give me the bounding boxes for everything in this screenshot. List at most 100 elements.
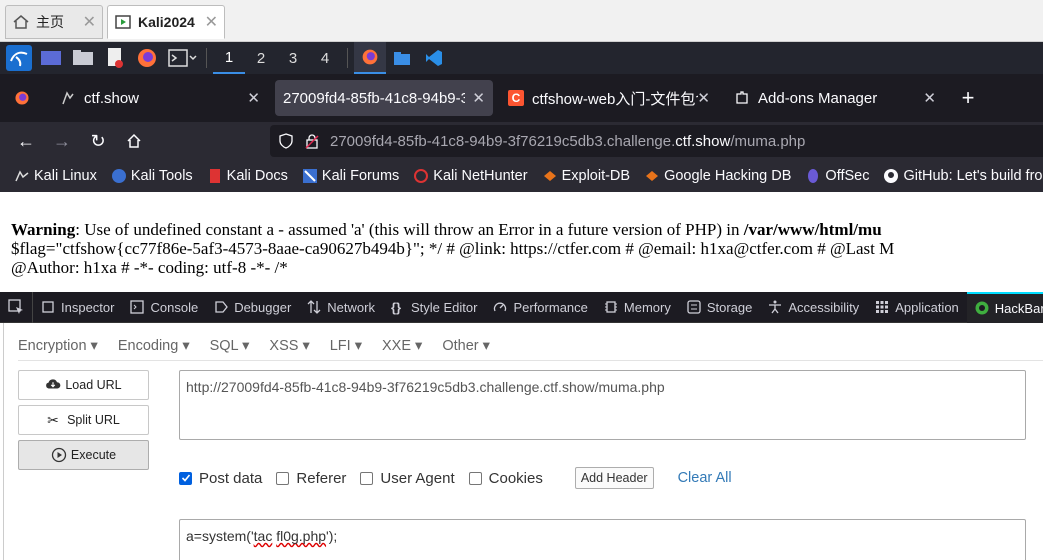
bookmark-exploit-db[interactable]: Exploit-DB bbox=[542, 168, 630, 184]
devtools-tab-label: Console bbox=[150, 299, 199, 315]
post-data-textarea[interactable]: a=system('tac fl0g.php'); bbox=[179, 519, 1026, 560]
tab-accessibility[interactable]: Accessibility bbox=[760, 292, 867, 323]
cookies-option[interactable]: Cookies bbox=[468, 469, 543, 487]
hackbar-menu: Encryption ▾ Encoding ▾ SQL ▾ XSS ▾ LFI … bbox=[18, 331, 1043, 361]
tab-console[interactable]: Console bbox=[122, 292, 206, 323]
devtools-tab-label: Memory bbox=[623, 299, 671, 315]
firefox-window-icon[interactable] bbox=[354, 42, 386, 74]
user-agent-option[interactable]: User Agent bbox=[360, 470, 455, 487]
url-bar[interactable]: 27009fd4-85fb-41c8-94b9-3f76219c5db3.cha… bbox=[270, 125, 1043, 157]
tab-label: 27009fd4-85fb-41c8-94b9-3f76219c5db3 bbox=[283, 89, 465, 107]
kali-menu-icon[interactable] bbox=[6, 45, 32, 71]
referer-option[interactable]: Referer bbox=[276, 470, 346, 487]
tab-network[interactable]: Network bbox=[299, 292, 383, 323]
home-icon[interactable] bbox=[116, 123, 152, 159]
workspace-3[interactable]: 3 bbox=[277, 42, 309, 74]
close-icon[interactable]: ✕ bbox=[83, 12, 96, 32]
tab-debugger[interactable]: Debugger bbox=[206, 292, 299, 323]
bookmarks-toolbar: Kali Linux Kali Tools Kali Docs Kali For… bbox=[0, 160, 1043, 192]
menu-lfi[interactable]: LFI ▾ bbox=[330, 338, 362, 354]
php-warning-line: Warning: Use of undefined constant a - a… bbox=[11, 220, 882, 240]
tab-storage[interactable]: Storage bbox=[679, 292, 761, 323]
menu-encoding[interactable]: Encoding ▾ bbox=[118, 338, 190, 354]
devtools-tab-label: Style Editor bbox=[410, 299, 478, 315]
shield-icon[interactable] bbox=[278, 133, 294, 149]
vm-tab-home[interactable]: 主页 ✕ bbox=[5, 5, 103, 39]
menu-sql[interactable]: SQL ▾ bbox=[210, 338, 250, 354]
accessibility-icon bbox=[768, 300, 782, 314]
clear-all-link[interactable]: Clear All bbox=[678, 470, 732, 486]
tab-ctfshow-web[interactable]: C ctfshow-web入门-文件包含 ✕ bbox=[500, 80, 718, 116]
bookmark-kali-forums[interactable]: Kali Forums bbox=[302, 168, 399, 184]
text-editor-icon[interactable] bbox=[102, 45, 128, 71]
split-url-button[interactable]: ✂ Split URL bbox=[18, 405, 149, 435]
bookmark-google-hacking-db[interactable]: Google Hacking DB bbox=[644, 168, 791, 184]
menu-xxe[interactable]: XXE ▾ bbox=[382, 338, 422, 354]
option-label: Cookies bbox=[488, 469, 543, 487]
firefox-icon[interactable] bbox=[134, 45, 160, 71]
vm-tab-strip: 主页 ✕ Kali2024 ✕ bbox=[0, 0, 1043, 42]
author-line: @Author: h1xa # -*- coding: utf-8 -*- /* bbox=[11, 258, 288, 277]
folder-icon[interactable] bbox=[70, 45, 96, 71]
csdn-icon: C bbox=[508, 90, 524, 106]
load-url-button[interactable]: Load URL bbox=[18, 370, 149, 400]
back-arrow-icon[interactable]: ← bbox=[8, 123, 44, 159]
tab-memory[interactable]: Memory bbox=[596, 292, 679, 323]
element-picker-icon[interactable] bbox=[0, 291, 33, 323]
option-label: Referer bbox=[296, 469, 347, 487]
close-icon[interactable]: ✕ bbox=[472, 89, 485, 107]
tab-application[interactable]: Application bbox=[867, 292, 967, 323]
bookmark-label: Kali NetHunter bbox=[433, 168, 528, 184]
menu-xss[interactable]: XSS ▾ bbox=[269, 338, 309, 354]
terminal-icon[interactable] bbox=[166, 45, 200, 71]
tab-hackbar[interactable]: HackBar bbox=[966, 291, 1043, 323]
menu-encryption[interactable]: Encryption ▾ bbox=[18, 338, 98, 354]
menu-other[interactable]: Other ▾ bbox=[442, 338, 490, 354]
reload-icon[interactable]: ↻ bbox=[80, 123, 116, 159]
post-data-option[interactable]: Post data bbox=[179, 470, 262, 487]
desktop-icon[interactable] bbox=[38, 45, 64, 71]
panel-separator bbox=[347, 48, 348, 68]
close-icon[interactable]: ✕ bbox=[247, 89, 260, 107]
console-icon bbox=[130, 300, 145, 314]
bookmark-offsec[interactable]: OffSec bbox=[805, 168, 869, 184]
bookmark-kali-linux[interactable]: Kali Linux bbox=[14, 168, 97, 184]
tab-style-editor[interactable]: {} Style Editor bbox=[383, 292, 485, 323]
bookmark-kali-nethunter[interactable]: Kali NetHunter bbox=[413, 168, 528, 184]
tab-ctfshow[interactable]: ctf.show ✕ bbox=[52, 80, 268, 116]
workspace-2[interactable]: 2 bbox=[245, 42, 277, 74]
scissors-icon: ✂ bbox=[47, 412, 59, 428]
vm-tab-kali[interactable]: Kali2024 ✕ bbox=[107, 5, 225, 39]
checkbox-checked[interactable] bbox=[179, 471, 192, 485]
tab-label: Add-ons Manager bbox=[758, 89, 878, 107]
workspace-1[interactable]: 1 bbox=[213, 42, 245, 74]
insecure-lock-icon[interactable] bbox=[304, 133, 320, 149]
tab-performance[interactable]: Performance bbox=[485, 292, 595, 323]
forward-arrow-icon[interactable]: → bbox=[44, 123, 80, 159]
network-icon bbox=[307, 300, 321, 314]
close-icon[interactable]: ✕ bbox=[697, 89, 710, 107]
close-icon[interactable]: ✕ bbox=[205, 12, 218, 32]
tab-addons[interactable]: Add-ons Manager ✕ bbox=[726, 80, 944, 116]
bookmark-kali-docs[interactable]: Kali Docs bbox=[207, 168, 288, 184]
bookmark-kali-tools[interactable]: Kali Tools bbox=[111, 168, 193, 184]
execute-button[interactable]: Execute bbox=[18, 440, 149, 470]
bookmark-github[interactable]: GitHub: Let's build fro... bbox=[883, 168, 1043, 184]
style-editor-icon: {} bbox=[390, 300, 402, 315]
new-tab-button[interactable]: + bbox=[952, 80, 984, 116]
firefox-view-button[interactable] bbox=[6, 80, 42, 116]
vscode-window-icon[interactable] bbox=[418, 42, 450, 74]
url-host: ctf.show bbox=[675, 132, 731, 150]
option-label: Post data bbox=[199, 469, 263, 487]
url-textarea[interactable]: http://27009fd4-85fb-41c8-94b9-3f76219c5… bbox=[179, 370, 1026, 440]
request-options: Post data Referer User Agent Cookies Add… bbox=[179, 466, 732, 490]
files-window-icon[interactable] bbox=[386, 42, 418, 74]
add-header-button[interactable]: Add Header bbox=[574, 467, 654, 489]
tab-muma[interactable]: 27009fd4-85fb-41c8-94b9-3f76219c5db3 ✕ bbox=[275, 80, 493, 116]
checkbox[interactable] bbox=[360, 471, 374, 485]
tab-inspector[interactable]: Inspector bbox=[33, 292, 122, 323]
close-icon[interactable]: ✕ bbox=[923, 89, 936, 107]
checkbox[interactable] bbox=[468, 471, 482, 485]
workspace-4[interactable]: 4 bbox=[309, 42, 341, 74]
checkbox[interactable] bbox=[276, 471, 290, 485]
